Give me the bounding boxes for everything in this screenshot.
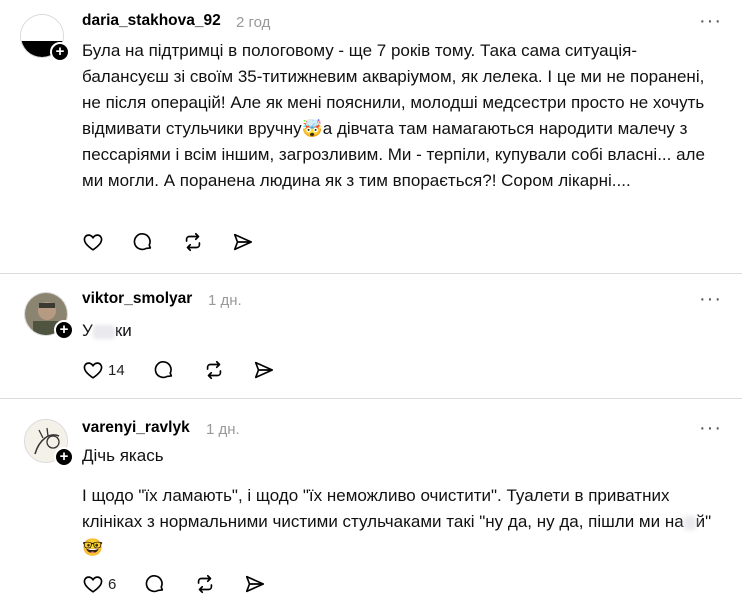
username[interactable]: varenyi_ravlyk [82,419,190,437]
share-button[interactable] [244,573,266,595]
avatar-viktor[interactable]: + [24,292,74,340]
like-count: 14 [108,361,125,379]
repost-icon [206,360,221,380]
follow-button[interactable]: + [54,320,74,340]
like-button[interactable] [82,231,104,253]
censored-text [683,515,696,530]
comment-icon [133,233,152,251]
share-icon [254,361,273,379]
like-button[interactable]: 14 [82,359,125,381]
share-button[interactable] [253,359,275,381]
post-text-end: ки [114,321,132,340]
post-text-line1: Дічь якась [82,446,164,465]
comment-button[interactable] [153,359,175,381]
repost-icon [185,232,201,252]
post-text: Уки [82,318,722,344]
repost-button[interactable] [203,359,225,381]
post-actions: 14 [82,358,303,382]
avatar-daria[interactable]: + [20,14,70,62]
censored-text [92,324,115,339]
avatar-varenyi[interactable]: + [24,419,74,467]
comment-button[interactable] [132,231,154,253]
share-icon [233,233,253,251]
heart-icon [83,362,103,379]
username[interactable]: daria_stakhova_92 [82,12,221,30]
share-button[interactable] [232,231,254,253]
repost-icon [198,574,213,594]
timestamp[interactable]: 2 год [236,14,270,31]
post-3: + varenyi_ravlyk 1 дн. ··· Дічь якась І … [0,399,742,600]
comment-icon [154,361,172,379]
more-options-icon[interactable]: ··· [699,288,722,311]
post-text-line2: І щодо "їх ламають", і щодо "їх неможлив… [82,483,722,561]
post-text-start: У [82,321,93,340]
post-actions: 6 [82,572,294,596]
more-options-icon[interactable]: ··· [699,417,722,440]
post-text: Була на підтримці в пологовому - ще 7 ро… [82,41,705,190]
share-icon [246,575,265,593]
follow-button[interactable]: + [54,447,74,467]
username[interactable]: viktor_smolyar [82,290,192,308]
repost-button[interactable] [194,573,216,595]
like-button[interactable]: 6 [82,573,116,595]
comment-button[interactable] [144,573,166,595]
post-actions [82,230,282,254]
more-options-icon[interactable]: ··· [699,10,722,33]
heart-icon [83,576,103,593]
post-2: + viktor_smolyar 1 дн. ··· Уки 14 [0,274,742,394]
follow-button[interactable]: + [50,42,70,62]
timestamp[interactable]: 1 дн. [206,421,240,438]
post-1: + daria_stakhova_92 2 год ··· Була на пі… [0,0,742,272]
timestamp[interactable]: 1 дн. [208,292,242,309]
post-text-start: І щодо "їх ламають", і щодо "їх неможлив… [82,486,684,531]
repost-button[interactable] [182,231,204,253]
comment-icon [145,575,164,593]
heart-icon [83,234,103,251]
like-count: 6 [108,575,117,593]
